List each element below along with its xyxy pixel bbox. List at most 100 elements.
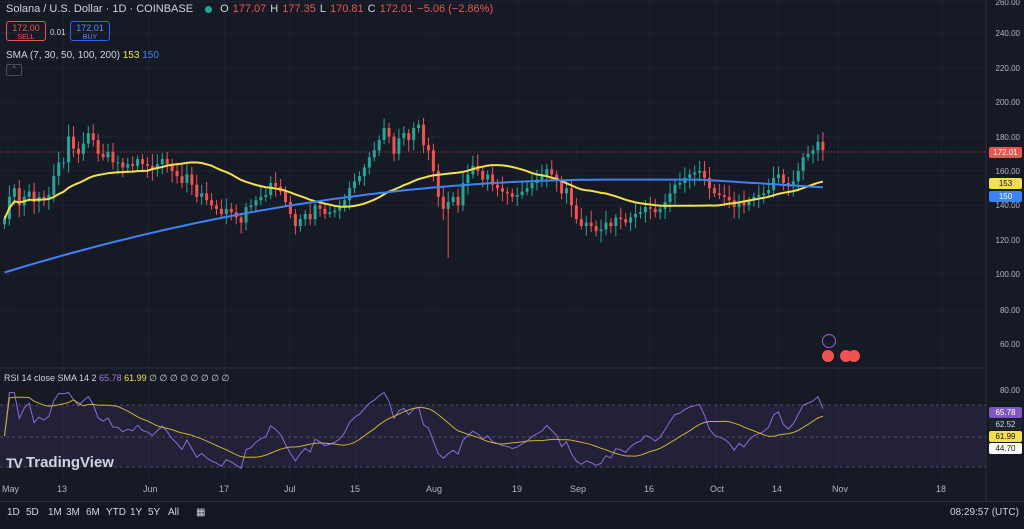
candle [693, 172, 697, 175]
candle [214, 205, 218, 209]
candle [569, 188, 573, 206]
candle [141, 158, 145, 165]
timeframe-button-1y[interactable]: 1Y [130, 507, 142, 518]
time-axis-label: Nov [832, 484, 849, 494]
price-axis-label: 200.00 [995, 98, 1020, 107]
close-value: 172.01 [379, 3, 414, 15]
candle [678, 183, 682, 185]
rsi-lower-tag: 44.70 [989, 443, 1022, 454]
candle [367, 157, 371, 168]
tv-logo-icon: TV [6, 454, 23, 471]
time-axis-label: 13 [57, 484, 68, 494]
price-axis-label: 160.00 [995, 167, 1020, 176]
candle [180, 176, 184, 184]
market-status-icon [205, 5, 213, 13]
candle [451, 196, 455, 202]
candle [185, 174, 189, 184]
open-value: 177.07 [232, 3, 267, 15]
tradingview-logo[interactable]: TV TradingView [6, 454, 114, 471]
rsi-upper-tag: 62.52 [989, 419, 1022, 430]
price-chart[interactable] [0, 0, 1024, 528]
timeframe-button-all[interactable]: All [168, 507, 179, 518]
timeframe-button-ytd[interactable]: YTD [106, 507, 126, 518]
rsi-value-tag: 65.78 [989, 407, 1022, 418]
candle [3, 219, 6, 225]
candle [599, 229, 603, 232]
candle [500, 188, 504, 192]
candle [274, 183, 278, 187]
candle [219, 208, 223, 214]
candle [362, 167, 366, 177]
rsi-legend[interactable]: RSI 14 close SMA 14 2 65.78 61.99 ∅ ∅ ∅ … [4, 373, 229, 384]
timeframe-button-1m[interactable]: 1M [48, 507, 62, 518]
timeframe-button-5y[interactable]: 5Y [148, 507, 160, 518]
candle [505, 191, 509, 194]
candle [584, 222, 588, 227]
candle [175, 171, 179, 177]
candle [624, 219, 628, 223]
candle [205, 193, 209, 201]
candle [520, 191, 524, 196]
candle [658, 208, 662, 213]
candle [308, 214, 312, 220]
candle [200, 193, 204, 197]
us-flag-event-icon-3[interactable] [848, 350, 860, 362]
collapse-legend-icon[interactable]: ⌃ [6, 64, 22, 76]
price-axis-label: 80.00 [999, 306, 1020, 315]
candle [131, 164, 135, 166]
candle [328, 212, 332, 214]
candle [767, 189, 771, 194]
candle [269, 183, 273, 196]
candle [801, 157, 805, 171]
time-axis-label: Jun [143, 484, 158, 494]
candle [673, 184, 677, 194]
candle [397, 138, 401, 154]
price-axis-label: 60.00 [999, 340, 1020, 349]
candle [540, 176, 544, 180]
us-flag-event-icon[interactable] [822, 350, 834, 362]
date-range-icon[interactable]: ▦ [196, 507, 205, 518]
high-label: H [270, 3, 279, 15]
candle [422, 124, 426, 146]
change-value: −5.06 (−2.86%) [417, 3, 494, 15]
time-axis-label: Sep [570, 484, 587, 494]
candle [372, 150, 376, 158]
timeframe-button-3m[interactable]: 3M [66, 507, 80, 518]
candle [412, 128, 416, 141]
timeframe-button-6m[interactable]: 6M [86, 507, 100, 518]
candle [426, 145, 430, 151]
candle [76, 148, 80, 154]
candle [106, 152, 110, 158]
low-label: L [319, 3, 327, 15]
sell-button[interactable]: 172.00 SELL [6, 21, 46, 41]
candle [757, 195, 761, 197]
candle [461, 183, 465, 206]
candle [703, 171, 707, 178]
timeframe-button-5d[interactable]: 5D [26, 507, 39, 518]
candle [62, 162, 66, 164]
sma-value-yellow: 153 [122, 50, 140, 61]
buy-label: BUY [82, 34, 98, 41]
candle [648, 207, 652, 209]
utc-clock[interactable]: 08:29:57 (UTC) [950, 507, 1019, 518]
symbol-title[interactable]: Solana / U.S. Dollar · 1D · COINBASE [6, 3, 193, 15]
lightning-event-icon[interactable] [822, 334, 836, 348]
price-axis-label: 260.00 [995, 0, 1020, 7]
candle [190, 174, 194, 185]
candle [496, 184, 499, 189]
sma-legend[interactable]: SMA (7, 30, 50, 100, 200) 153 150 [6, 50, 159, 61]
rsi-sma-value: 61.99 [124, 373, 147, 383]
candle [229, 208, 233, 213]
time-axis-label: Oct [710, 484, 725, 494]
candle [565, 188, 569, 194]
rsi-band [0, 405, 986, 467]
candle [574, 205, 578, 220]
timeframe-button-1d[interactable]: 1D [7, 507, 20, 518]
time-axis-label: 18 [936, 484, 947, 494]
time-axis-label: May [2, 484, 20, 494]
candle [604, 222, 608, 230]
time-axis-label: Jul [284, 484, 296, 494]
close-label: C [367, 3, 376, 15]
buy-button[interactable]: 172.01 BUY [70, 21, 110, 41]
candle [145, 164, 149, 166]
